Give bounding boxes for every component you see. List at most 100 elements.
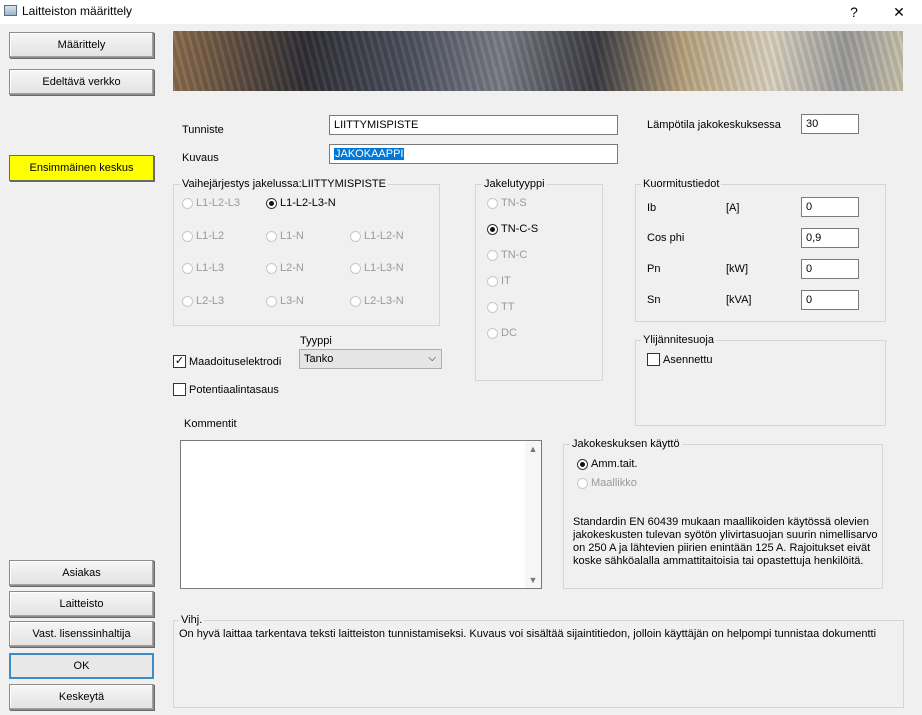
lampotila-input[interactable]: 30	[801, 114, 859, 134]
radio-circle	[487, 301, 498, 313]
radio-label: L2-N	[280, 262, 304, 274]
radio-label: DC	[501, 327, 517, 339]
kaytto-radio-ammattilainen[interactable]: Amm.tait.	[577, 458, 637, 470]
jakelu-radio-tn-c-s[interactable]: TN-C-S	[487, 223, 538, 235]
maadoituselektrodi-checkbox[interactable]: ✓ Maadoituselektrodi	[173, 355, 281, 368]
ib-label: Ib	[647, 202, 657, 214]
radio-circle	[350, 295, 361, 307]
radio-label: L1-L2-L3-N	[280, 197, 336, 209]
maarittely-button[interactable]: Määrittely	[9, 32, 154, 58]
jakelu-radio-it[interactable]: IT	[487, 275, 511, 287]
radio-label: L1-L2	[196, 230, 225, 242]
close-button[interactable]: ✕	[884, 1, 914, 23]
asiakas-button[interactable]: Asiakas	[9, 560, 154, 586]
ylijannitesuoja-legend: Ylijännitesuoja	[641, 334, 716, 346]
cosphi-input[interactable]: 0,9	[801, 228, 859, 248]
sn-label: Sn	[647, 294, 661, 306]
radio-label: Maallikko	[591, 477, 637, 489]
checkmark-icon: ✓	[173, 355, 186, 368]
jakelu-radio-tn-c[interactable]: TN-C	[487, 249, 527, 261]
kaytto-note-line3: on 250 A ja lähtevien piirien enintään 1…	[573, 542, 871, 554]
radio-circle	[266, 197, 277, 209]
lisenssinhaltija-button[interactable]: Vast. lisenssinhaltija	[9, 621, 154, 647]
radio-circle	[487, 223, 498, 235]
radio-circle	[266, 262, 277, 274]
radio-circle	[266, 230, 277, 242]
radio-circle	[182, 230, 193, 242]
jakelu-radio-tn-s[interactable]: TN-S	[487, 197, 527, 209]
ok-button[interactable]: OK	[9, 653, 154, 679]
radio-label: L2-L3	[196, 295, 225, 307]
laitteisto-button[interactable]: Laitteisto	[9, 591, 154, 617]
help-button[interactable]: ?	[843, 1, 865, 23]
phase-radio-l2-n[interactable]: L2-N	[266, 262, 304, 274]
potentiaalintasaus-checkbox[interactable]: Potentiaalintasaus	[173, 383, 279, 396]
tunniste-input[interactable]: LIITTYMISPISTE	[329, 115, 618, 135]
title-bar	[0, 0, 922, 24]
scroll-down-icon[interactable]: ▼	[525, 572, 541, 588]
phase-radio-l1-l3-n[interactable]: L1-L3-N	[350, 262, 404, 274]
sn-input[interactable]: 0	[801, 290, 859, 310]
phase-radio-l1-l2-l3[interactable]: L1-L2-L3	[182, 197, 240, 209]
radio-label: L1-L2-L3	[196, 197, 241, 209]
jakelutyyppi-legend: Jakelutyyppi	[482, 178, 547, 190]
window-icon	[4, 5, 17, 16]
phase-radio-l1-l2-n[interactable]: L1-L2-N	[350, 230, 404, 242]
scrollbar[interactable]: ▲ ▼	[525, 441, 541, 588]
window-title: Laitteiston määrittely	[22, 4, 133, 18]
radio-label: TN-C	[501, 249, 528, 261]
pn-unit: [kW]	[726, 263, 748, 275]
radio-label: TN-S	[501, 197, 527, 209]
jakelu-radio-dc[interactable]: DC	[487, 327, 517, 339]
radio-circle	[266, 295, 277, 307]
scroll-up-icon[interactable]: ▲	[525, 441, 541, 457]
kuvaus-input[interactable]: JAKOKAAPPI	[329, 144, 618, 164]
kaytto-radio-maallikko[interactable]: Maallikko	[577, 477, 637, 489]
phase-radio-l2-l3-n[interactable]: L2-L3-N	[350, 295, 404, 307]
radio-circle	[577, 458, 588, 470]
asennettu-checkbox[interactable]: Asennettu	[647, 353, 713, 366]
pn-label: Pn	[647, 263, 661, 275]
radio-circle	[487, 197, 498, 209]
ib-input[interactable]: 0	[801, 197, 859, 217]
radio-label: Amm.tait.	[591, 458, 638, 470]
jakelu-radio-tt[interactable]: TT	[487, 301, 514, 313]
radio-circle	[487, 327, 498, 339]
ensimmainen-keskus-button[interactable]: Ensimmäinen keskus	[9, 155, 154, 181]
checkbox-label: Potentiaalintasaus	[189, 383, 279, 396]
kaytto-legend: Jakokeskuksen käyttö	[570, 438, 682, 450]
radio-label: L3-N	[280, 295, 304, 307]
checkbox-box	[647, 353, 660, 366]
phase-radio-l1-n[interactable]: L1-N	[266, 230, 304, 242]
kuormitus-legend: Kuormitustiedot	[641, 178, 722, 190]
radio-label: IT	[501, 275, 511, 287]
lampotila-label: Lämpötila jakokeskuksessa	[647, 119, 781, 131]
kaytto-note-line2: jakokeskusten tulevan syötön ylivirtasuo…	[573, 529, 878, 541]
tunniste-label: Tunniste	[182, 124, 224, 136]
phase-radio-l3-n[interactable]: L3-N	[266, 295, 304, 307]
tyyppi-label: Tyyppi	[300, 335, 332, 347]
hint-legend: Vihj.	[179, 614, 205, 626]
pn-input[interactable]: 0	[801, 259, 859, 279]
chevron-down-icon: ⌵	[428, 353, 436, 364]
radio-circle	[182, 262, 193, 274]
radio-circle	[487, 249, 498, 261]
radio-circle	[577, 477, 588, 489]
radio-circle	[182, 295, 193, 307]
radio-label: L1-L3-N	[364, 262, 404, 274]
phase-radio-l1-l2[interactable]: L1-L2	[182, 230, 224, 242]
radio-circle	[487, 275, 498, 287]
radio-circle	[350, 230, 361, 242]
phase-radio-l1-l2-l3-n[interactable]: L1-L2-L3-N	[266, 197, 336, 209]
phase-radio-l1-l3[interactable]: L1-L3	[182, 262, 224, 274]
kaytto-note-line4: koske sähköalalla ammattitaitoisia tai o…	[573, 555, 864, 567]
kuvaus-label: Kuvaus	[182, 152, 219, 164]
edeltava-verkko-button[interactable]: Edeltävä verkko	[9, 69, 154, 95]
tyyppi-dropdown[interactable]: Tanko ⌵	[299, 349, 442, 369]
phase-radio-l2-l3[interactable]: L2-L3	[182, 295, 224, 307]
radio-circle	[350, 262, 361, 274]
kommentit-textarea[interactable]: ▲ ▼	[180, 440, 542, 589]
kuvaus-selected-text: JAKOKAAPPI	[334, 148, 405, 160]
radio-label: L1-N	[280, 230, 304, 242]
keskeyta-button[interactable]: Keskeytä	[9, 684, 154, 710]
